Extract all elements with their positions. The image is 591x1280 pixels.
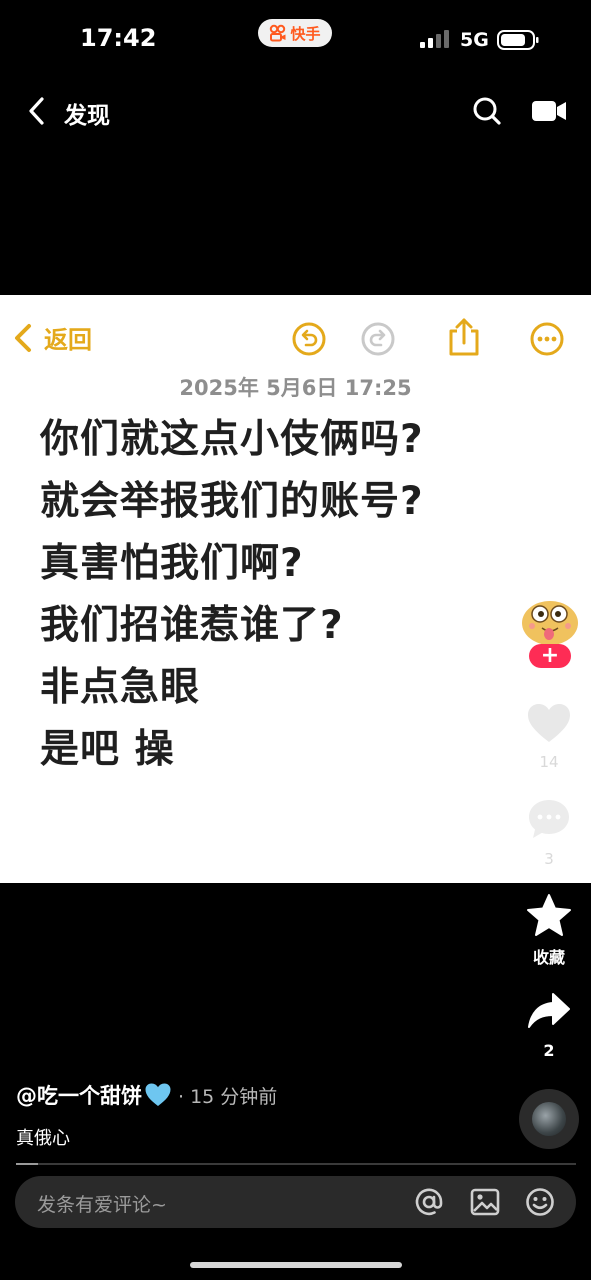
star-icon[interactable]: [526, 893, 572, 937]
battery-icon: [497, 30, 539, 50]
image-icon[interactable]: [470, 1187, 500, 1217]
note-line: 是吧 操: [40, 727, 175, 772]
note-back-button: 返回: [12, 320, 92, 355]
like-count: 14: [539, 753, 559, 771]
post-caption[interactable]: 真俄心: [16, 1124, 70, 1150]
comment-input[interactable]: 发条有爱评论~: [37, 1190, 167, 1217]
note-date: 2025年 5月6日 17:25: [179, 376, 412, 400]
search-icon[interactable]: [472, 96, 502, 126]
comment-count: 3: [544, 850, 554, 868]
note-line: 你们就这点小伎俩吗?: [40, 417, 424, 462]
author-name[interactable]: @吃一个甜饼: [16, 1080, 142, 1110]
home-indicator[interactable]: [190, 1262, 402, 1268]
more-icon: [530, 322, 564, 356]
post-image[interactable]: 返回 2025年 5月6日 17:25 你们就这点小伎俩吗? 就会举报我们的账号…: [0, 295, 591, 883]
top-nav: 发现: [0, 80, 591, 142]
note-line: 真害怕我们啊?: [40, 541, 304, 586]
share-icon: [449, 318, 479, 356]
redo-icon: [361, 322, 395, 356]
author-line: @吃一个甜饼 · 15 分钟前: [16, 1080, 277, 1110]
favorite-label: 收藏: [532, 948, 565, 967]
app-name: 快手: [290, 24, 321, 43]
comment-bar[interactable]: 发条有爱评论~: [15, 1176, 576, 1228]
note-line: 非点急眼: [40, 665, 201, 710]
blue-heart-emoji-icon: [145, 1083, 171, 1106]
note-body: 你们就这点小伎俩吗? 就会举报我们的账号? 真害怕我们啊? 我们招谁惹谁了? 非…: [40, 409, 424, 781]
signal-icon: [420, 30, 449, 48]
share-count: 2: [543, 1041, 555, 1060]
share-arrow-icon[interactable]: [527, 992, 571, 1030]
heart-icon[interactable]: [526, 702, 572, 744]
status-time: 17:42: [80, 24, 157, 52]
kuaishou-logo-icon: [270, 24, 286, 42]
post-time: · 15 分钟前: [178, 1085, 278, 1108]
network-type: 5G: [460, 29, 489, 51]
note-line: 我们招谁惹谁了?: [40, 603, 344, 648]
status-bar: 17:42 快手 5G: [0, 0, 591, 80]
undo-icon: [292, 322, 326, 356]
video-icon[interactable]: [532, 98, 566, 124]
playback-progress[interactable]: [16, 1163, 576, 1165]
note-back-label: 返回: [44, 326, 92, 354]
music-cover: [532, 1102, 566, 1136]
note-line: 就会举报我们的账号?: [40, 479, 424, 524]
at-icon[interactable]: [414, 1187, 444, 1217]
music-disc[interactable]: [519, 1089, 579, 1149]
emoji-icon[interactable]: [525, 1187, 555, 1217]
nav-title[interactable]: 发现: [64, 96, 110, 130]
app-indicator-pill[interactable]: 快手: [258, 19, 332, 47]
follow-button[interactable]: +: [529, 644, 571, 668]
chevron-left-icon: [15, 323, 31, 352]
comment-icon[interactable]: [527, 798, 571, 840]
chevron-left-icon[interactable]: [26, 96, 48, 126]
creator-avatar[interactable]: [520, 596, 580, 646]
playback-progress-fill: [16, 1163, 39, 1165]
